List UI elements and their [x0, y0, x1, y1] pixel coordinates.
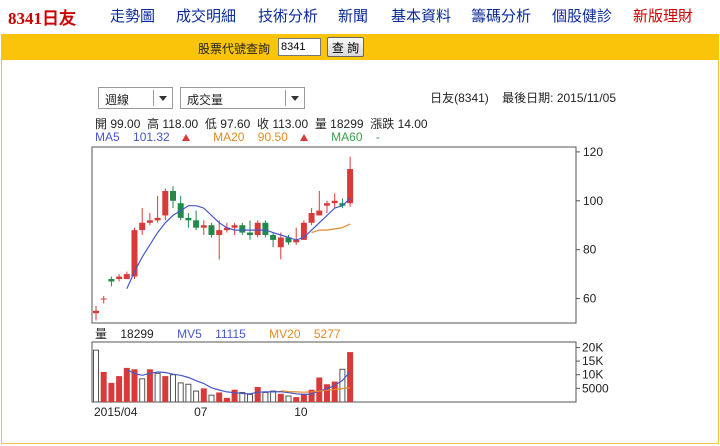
- candle-body: [347, 169, 354, 204]
- candle-body: [331, 200, 338, 204]
- candle-body: [131, 230, 138, 277]
- candle-body: [146, 220, 153, 223]
- volume-bar: [100, 372, 107, 402]
- volume-bar: [185, 383, 192, 403]
- candle-body: [108, 279, 115, 282]
- candle-body: [254, 222, 261, 235]
- candle-body: [123, 274, 130, 279]
- volume-bar: [200, 388, 207, 402]
- candle-body: [185, 217, 192, 221]
- candle-body: [100, 298, 107, 300]
- volume-y-tick-label: 10K: [582, 368, 603, 382]
- candle-body: [324, 203, 330, 206]
- volume-bar: [254, 387, 261, 402]
- volume-bar: [108, 382, 115, 402]
- price-y-tick-label: 60: [583, 292, 597, 306]
- candle-body: [216, 230, 223, 235]
- volume-bar: [231, 389, 238, 402]
- candle-body: [170, 191, 176, 201]
- volume-bar: [116, 376, 123, 402]
- volume-bar: [170, 374, 176, 403]
- candle-body: [316, 210, 323, 216]
- x-tick-label: 07: [194, 405, 208, 419]
- stock-chart: 60 80 100 120 500010K15K20K 2015/04 07 10: [91, 145, 609, 419]
- volume-bar: [154, 372, 161, 403]
- candle-body: [262, 222, 269, 235]
- candle-body: [93, 310, 99, 314]
- candle-body: [200, 225, 207, 228]
- x-tick-label: 2015/04: [94, 405, 138, 419]
- volume-bar: [139, 378, 146, 403]
- candle-body: [154, 217, 161, 221]
- volume-y-tick-label: 15K: [582, 354, 603, 368]
- volume-bar: [223, 397, 230, 402]
- volume-bar: [208, 394, 215, 403]
- volume-y-tick-label: 20K: [582, 340, 603, 354]
- candle-body: [270, 235, 277, 240]
- price-y-tick-label: 120: [583, 145, 603, 159]
- x-tick-label: 10: [294, 405, 308, 419]
- candle-body: [277, 237, 284, 248]
- volume-bar: [339, 368, 346, 403]
- volume-bar: [347, 352, 354, 402]
- candle-body: [239, 225, 246, 233]
- volume-bar: [177, 382, 184, 403]
- volume-bar: [324, 384, 330, 402]
- volume-y-tick-label: 5000: [582, 381, 609, 395]
- price-y-tick-label: 100: [583, 194, 603, 208]
- candle-body: [247, 232, 253, 235]
- candle-body: [193, 220, 200, 228]
- volume-bar: [285, 395, 292, 403]
- candle-body: [162, 191, 169, 216]
- volume-bar: [123, 367, 130, 402]
- candle-body: [308, 213, 315, 223]
- volume-bar: [277, 393, 284, 402]
- volume-bar: [300, 393, 307, 402]
- price-plot-frame: [91, 146, 577, 324]
- volume-bar: [93, 349, 99, 403]
- candle-body: [116, 276, 123, 279]
- volume-bar: [162, 376, 169, 402]
- volume-bar: [193, 390, 200, 403]
- volume-bar: [247, 393, 253, 403]
- candle-body: [231, 225, 238, 228]
- candle-body: [208, 225, 215, 235]
- volume-bar: [262, 391, 269, 403]
- volume-bar: [270, 390, 277, 403]
- candle-body: [139, 222, 146, 231]
- volume-bar: [216, 392, 223, 402]
- volume-bar: [293, 397, 300, 402]
- price-y-tick-label: 80: [583, 243, 597, 257]
